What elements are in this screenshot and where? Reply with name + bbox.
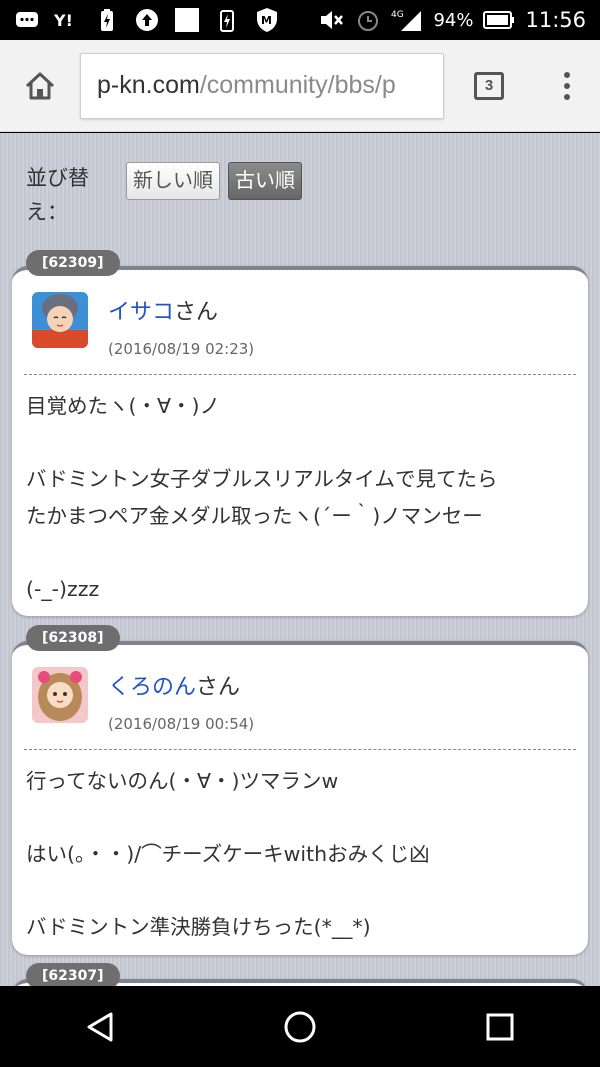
menu-dot: [564, 71, 570, 78]
post-id-badge: [62308]: [26, 625, 120, 651]
svg-text:Y!: Y!: [54, 11, 73, 30]
url-host: p-kn.com: [97, 71, 200, 99]
home-button[interactable]: [0, 40, 80, 132]
post-body: 目覚めたヽ(・∀・)ノ バドミントン女子ダブルスリアルタイムで見てたら たかまつ…: [26, 388, 578, 608]
sort-newest-button[interactable]: 新しい順: [126, 162, 220, 200]
battery-charging-icon: [214, 7, 240, 33]
image-icon: [174, 7, 200, 33]
recents-button[interactable]: [470, 997, 530, 1057]
honorific: さん: [174, 300, 219, 325]
url-bar[interactable]: p-kn.com/community/bbs/p: [80, 52, 444, 119]
post-line: バドミントン準決勝負けちった(*__*): [26, 915, 371, 940]
browser-toolbar: p-kn.com/community/bbs/p 3: [0, 40, 600, 132]
tabs-button[interactable]: 3: [444, 40, 534, 132]
user-avatar[interactable]: [32, 667, 88, 723]
divider: [24, 749, 576, 750]
mute-icon: [319, 7, 345, 33]
post-line: 目覚めたヽ(・∀・)ノ: [26, 394, 221, 418]
post-line: バドミントン女子ダブルスリアルタイムで見てたら: [26, 467, 498, 492]
menu-dot: [564, 82, 570, 89]
post-line: [26, 425, 578, 462]
svg-text:M: M: [261, 14, 272, 27]
post-line: はい(。・・)/⌒チーズケーキwithおみくじ凶: [26, 842, 430, 867]
username: イサコさん: [108, 294, 218, 326]
honorific: さん: [196, 675, 241, 700]
back-button[interactable]: [70, 997, 130, 1057]
username: くろのんさん: [108, 669, 240, 701]
battery-percent: 94%: [433, 9, 474, 31]
post-card: [62308] くろのんさん (2016/08/19 00:54) 行ってないの…: [12, 625, 588, 955]
post-id-badge: [62307]: [26, 963, 120, 986]
post-line: 行ってないのん(・∀・)ツマランw: [26, 769, 339, 793]
url-path: /community/bbs/p: [199, 71, 396, 99]
battery-saver-icon: [94, 7, 120, 33]
home-nav-button[interactable]: [270, 997, 330, 1057]
post-body: 行ってないのん(・∀・)ツマランw はい(。・・)/⌒チーズケーキwithおみく…: [26, 763, 578, 946]
tab-count: 3: [474, 71, 504, 100]
user-avatar[interactable]: [32, 292, 88, 348]
menu-dot: [564, 93, 570, 100]
post-card: [62309] イサコさん (2016/08/19 02:23) 目覚めたヽ(・…: [12, 250, 588, 616]
post-line: (-_-)zzz: [26, 576, 100, 601]
back-icon: [87, 1012, 113, 1041]
clock: 11:56: [525, 8, 586, 32]
post-line: [26, 534, 578, 571]
divider: [24, 374, 576, 375]
alarm-icon: [355, 7, 381, 33]
post-card: [62307]: [12, 963, 588, 986]
signal-icon: 4G: [391, 7, 423, 33]
post-date: (2016/08/19 02:23): [108, 340, 255, 358]
page-content: 並び替え： 新しい順 古い順 [62309] イサコさん (2016/08/19…: [0, 133, 600, 986]
sort-row: 並び替え： 新しい順 古い順: [26, 161, 302, 229]
sort-label: 並び替え：: [26, 166, 89, 224]
svg-text:4G: 4G: [391, 10, 404, 20]
home-icon: [25, 72, 55, 99]
sort-oldest-button[interactable]: 古い順: [228, 162, 302, 200]
status-bar: Y! M 4G 94% 11:56: [0, 0, 600, 40]
post-id-badge: [62309]: [26, 250, 120, 276]
upload-icon: [134, 7, 160, 33]
message-icon: [14, 7, 40, 33]
recents-icon: [486, 1013, 514, 1040]
username-link[interactable]: イサコ: [108, 300, 174, 325]
yahoo-icon: Y!: [54, 7, 80, 33]
overflow-menu-button[interactable]: [534, 40, 600, 132]
post-date: (2016/08/19 00:54): [108, 715, 255, 733]
battery-icon: [483, 7, 515, 33]
username-link[interactable]: くろのん: [108, 675, 196, 700]
navigation-bar: [0, 986, 600, 1067]
shield-icon: M: [254, 7, 280, 33]
post-line: [26, 800, 578, 837]
post-line: [26, 873, 578, 910]
post-line: たかまつペア金メダル取ったヽ(´ー｀)ノマンセー: [26, 503, 483, 528]
home-circle-icon: [284, 1011, 316, 1042]
